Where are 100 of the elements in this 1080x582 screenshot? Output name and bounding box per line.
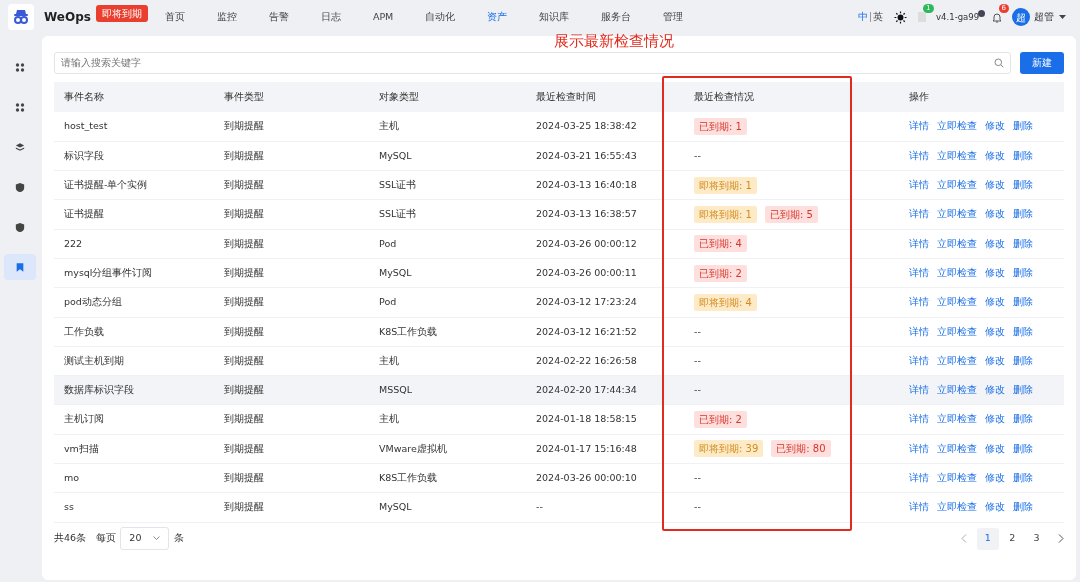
sidebar-item[interactable] <box>4 254 36 280</box>
table-cell: 工作负载 <box>64 325 104 337</box>
help-icon[interactable] <box>977 9 985 17</box>
action-link[interactable]: 删除 <box>1013 120 1033 132</box>
action-link[interactable]: 修改 <box>985 179 1005 191</box>
action-link[interactable]: 删除 <box>1013 384 1033 396</box>
nav-tab[interactable]: 管理 <box>663 9 684 25</box>
table-cell: 到期提醒 <box>224 296 264 308</box>
action-link[interactable]: 修改 <box>985 120 1005 132</box>
action-link[interactable]: 修改 <box>985 267 1005 278</box>
nav-tab[interactable]: 日志 <box>320 9 341 25</box>
action-link[interactable]: 修改 <box>985 501 1005 513</box>
table-cell: 2024-03-26 00:00:10 <box>536 472 637 484</box>
nav-tab[interactable]: 知识库 <box>539 9 570 25</box>
avatar[interactable]: 超 <box>1011 8 1030 26</box>
action-link[interactable]: 详情 <box>909 296 929 308</box>
search-field[interactable]: 请输入搜索关键字 <box>54 52 1011 74</box>
nav-tab[interactable]: 服务台 <box>601 9 632 25</box>
table-cell: 2024-02-20 17:44:34 <box>536 384 637 396</box>
action-link[interactable]: 立即检查 <box>937 472 977 484</box>
action-link[interactable]: 修改 <box>985 237 1005 249</box>
action-link[interactable]: 详情 <box>909 442 929 454</box>
action-link[interactable]: 修改 <box>985 472 1005 484</box>
action-link[interactable]: 详情 <box>909 501 929 513</box>
action-link[interactable]: 删除 <box>1013 296 1033 308</box>
action-link[interactable]: 详情 <box>909 472 929 484</box>
nav-tab[interactable]: 自动化 <box>425 9 456 25</box>
action-link[interactable]: 立即检查 <box>937 325 977 337</box>
action-link[interactable]: 详情 <box>909 237 929 249</box>
action-link[interactable]: 立即检查 <box>937 413 977 425</box>
status-tag: 即将到期: 4 <box>694 293 757 311</box>
table-cell: 测试主机到期 <box>64 354 124 366</box>
shield-icon <box>15 221 25 233</box>
new-button[interactable]: 新建 <box>1020 52 1064 74</box>
action-link[interactable]: 删除 <box>1013 179 1033 191</box>
action-link[interactable]: 详情 <box>909 325 929 337</box>
action-link[interactable]: 修改 <box>985 149 1005 161</box>
action-link[interactable]: 修改 <box>985 354 1005 366</box>
table-cell: vm扫描 <box>64 442 99 454</box>
action-link[interactable]: 立即检查 <box>937 149 977 161</box>
action-link[interactable]: 删除 <box>1013 442 1033 454</box>
action-link[interactable]: 删除 <box>1013 237 1033 249</box>
action-link[interactable]: 立即检查 <box>937 208 977 220</box>
action-link[interactable]: 立即检查 <box>937 442 977 454</box>
action-link[interactable]: 删除 <box>1013 208 1033 220</box>
action-link[interactable]: 修改 <box>985 413 1005 425</box>
action-link[interactable]: 详情 <box>909 354 929 366</box>
action-link[interactable]: 立即检查 <box>937 296 977 308</box>
page-size-select[interactable]: 20 <box>120 527 170 550</box>
action-link[interactable]: 立即检查 <box>937 267 977 278</box>
action-link[interactable]: 删除 <box>1013 501 1033 513</box>
user-name[interactable]: 超管 <box>1034 9 1055 25</box>
nav-tab[interactable]: 监控 <box>216 9 237 25</box>
action-link[interactable]: 详情 <box>909 384 929 396</box>
action-link[interactable]: 详情 <box>909 267 929 278</box>
sun-icon[interactable] <box>894 10 908 24</box>
bell-icon[interactable] <box>992 11 1002 23</box>
page-button[interactable]: 2 <box>1001 527 1024 550</box>
per-page-label: 每页 <box>95 531 116 546</box>
action-link[interactable]: 删除 <box>1013 149 1033 161</box>
action-link[interactable]: 修改 <box>985 384 1005 396</box>
action-link[interactable]: 修改 <box>985 325 1005 337</box>
action-link[interactable]: 删除 <box>1013 354 1033 366</box>
table-cell: mysql分组事件订阅 <box>64 267 153 278</box>
action-link[interactable]: 修改 <box>985 208 1005 220</box>
action-link[interactable]: 立即检查 <box>937 120 977 132</box>
table-cell: 主机 <box>379 120 399 132</box>
table-cell: Pod <box>379 296 397 308</box>
language-option[interactable]: 英 <box>873 9 884 25</box>
column-header: 事件类型 <box>224 90 264 102</box>
table-cell: 2024-03-25 18:38:42 <box>536 120 637 132</box>
action-link[interactable]: 删除 <box>1013 413 1033 425</box>
caret-icon[interactable] <box>1059 14 1066 20</box>
table-cell: 到期提醒 <box>224 237 264 249</box>
action-link[interactable]: 详情 <box>909 120 929 132</box>
table-cell: mo <box>64 472 80 484</box>
nav-tab[interactable]: 首页 <box>164 9 185 25</box>
action-link[interactable]: 立即检查 <box>937 237 977 249</box>
action-link[interactable]: 立即检查 <box>937 384 977 396</box>
language-option[interactable]: 中 <box>857 9 868 25</box>
action-link[interactable]: 删除 <box>1013 325 1033 337</box>
action-link[interactable]: 详情 <box>909 149 929 161</box>
action-link[interactable]: 详情 <box>909 208 929 220</box>
table-cell: 2024-02-22 16:26:58 <box>536 354 637 366</box>
table-cell: -- <box>694 325 701 337</box>
page-button[interactable]: 3 <box>1025 527 1048 550</box>
table-cell: SSL证书 <box>379 179 417 191</box>
action-link[interactable]: 详情 <box>909 179 929 191</box>
action-link[interactable]: 立即检查 <box>937 354 977 366</box>
action-link[interactable]: 修改 <box>985 296 1005 308</box>
action-link[interactable]: 立即检查 <box>937 179 977 191</box>
nav-tab[interactable]: 告警 <box>268 9 289 25</box>
action-link[interactable]: 删除 <box>1013 472 1033 484</box>
action-link[interactable]: 立即检查 <box>937 501 977 513</box>
action-link[interactable]: 删除 <box>1013 267 1033 278</box>
page-button[interactable]: 1 <box>976 527 999 550</box>
nav-tab[interactable]: APM <box>372 9 394 25</box>
nav-tab[interactable]: 资产 <box>487 9 508 25</box>
action-link[interactable]: 详情 <box>909 413 929 425</box>
action-link[interactable]: 修改 <box>985 442 1005 454</box>
